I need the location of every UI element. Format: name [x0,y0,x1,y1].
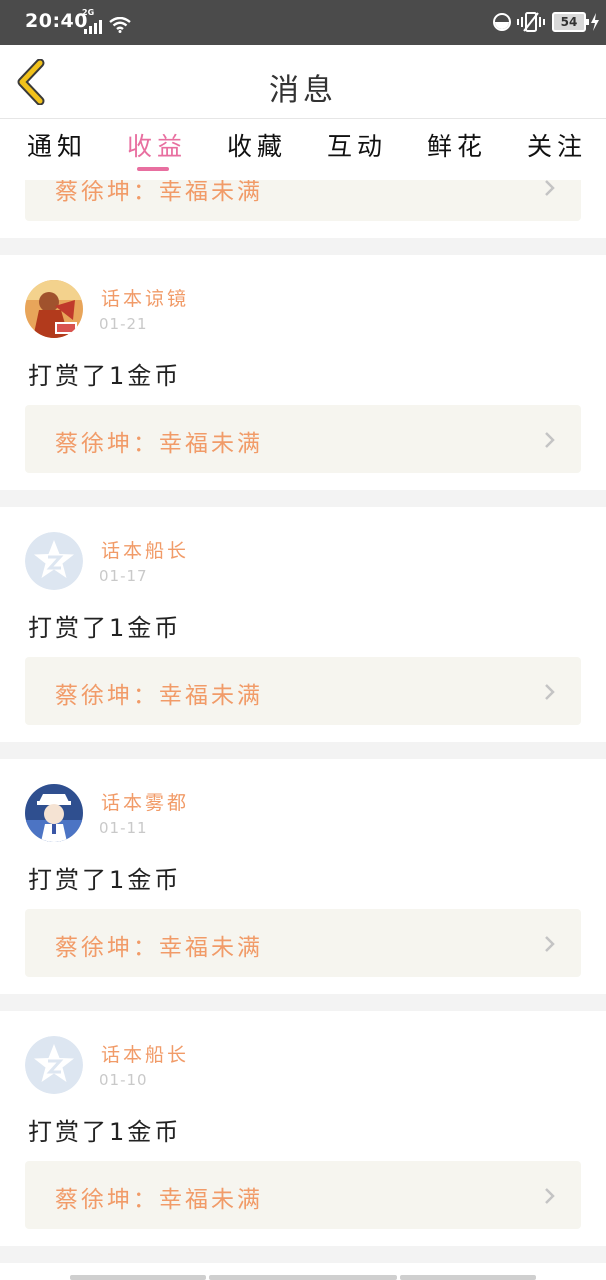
message-card: 话本谅镜 01-21 打赏了1金币 蔡徐坤：幸福未满 [0,255,606,490]
work-reference-text: 蔡徐坤：幸福未满 [55,683,263,709]
battery-level: 54 [560,15,578,29]
anime-avatar-icon [25,784,83,842]
avatar[interactable] [25,784,83,842]
chevron-right-icon [545,936,555,952]
message-card-partial [0,1263,606,1280]
tab-earnings[interactable]: 收益 [127,127,187,163]
chevron-right-icon [545,684,555,700]
page-title: 消息 [269,73,337,108]
avatar[interactable] [25,1036,83,1094]
username[interactable]: 话本船长 [101,536,189,563]
message-text: 打赏了1金币 [28,866,182,894]
signal-icon [84,18,104,34]
message-date: 01-11 [99,819,148,837]
message-card: 话本船长 01-17 打赏了1金币 蔡徐坤：幸福未满 [0,507,606,742]
tab-bar: 通知 收益 收藏 互动 鲜花 关注 [0,119,606,180]
message-text: 打赏了1金币 [28,614,182,642]
work-reference-button[interactable]: 蔡徐坤：幸福未满 [25,405,581,473]
tab-flowers[interactable]: 鲜花 [427,127,487,163]
work-reference-text: 蔡徐坤：幸福未满 [55,1187,263,1213]
work-reference-button[interactable]: 蔡徐坤：幸福未满 [25,909,581,977]
work-reference-button[interactable]: 蔡徐坤：幸福未满 [25,657,581,725]
work-reference-text: 蔡徐坤：幸福未满 [55,431,263,457]
work-reference-button[interactable]: 蔡徐坤：幸福未满 [25,1161,581,1229]
message-card-partial: 蔡徐坤：幸福未满 [0,180,606,238]
work-reference-text: 蔡徐坤：幸福未满 [55,180,263,205]
message-date: 01-17 [99,567,148,585]
wifi-icon [109,17,131,33]
message-date: 01-10 [99,1071,148,1089]
default-avatar-icon [25,532,83,590]
chevron-right-icon [545,180,555,196]
header-bar: 消息 [0,45,606,119]
message-card: 话本雾都 01-11 打赏了1金币 蔡徐坤：幸福未满 [0,759,606,994]
status-bar: 20:40 2G 54 [0,0,606,45]
work-reference-button[interactable]: 蔡徐坤：幸福未满 [25,180,581,221]
network-type-label: 2G [82,8,95,17]
message-text: 打赏了1金币 [28,362,182,390]
active-tab-indicator [137,167,169,171]
message-text: 打赏了1金币 [28,1118,182,1146]
tab-favorites[interactable]: 收藏 [227,127,287,163]
message-card: 话本船长 01-10 打赏了1金币 蔡徐坤：幸福未满 [0,1011,606,1246]
message-list[interactable]: 蔡徐坤：幸福未满 话本谅镜 01-21 打赏了1金币 蔡徐坤：幸福未满 话本船长… [0,180,606,1280]
message-date: 01-21 [99,315,148,333]
username[interactable]: 话本谅镜 [101,284,189,311]
charging-icon [591,13,599,31]
book-cover-avatar-icon [25,280,83,338]
chevron-right-icon [545,1188,555,1204]
battery-icon: 54 [552,12,589,32]
avatar[interactable] [25,532,83,590]
avatar[interactable] [25,280,83,338]
status-time: 20:40 [25,10,88,32]
username[interactable]: 话本雾都 [101,788,189,815]
username[interactable]: 话本船长 [101,1040,189,1067]
do-not-disturb-icon [493,13,511,31]
tab-interactions[interactable]: 互动 [327,127,387,163]
vibrate-icon [517,12,545,32]
tab-notifications[interactable]: 通知 [27,127,87,163]
work-reference-text: 蔡徐坤：幸福未满 [55,935,263,961]
tab-following[interactable]: 关注 [527,127,587,163]
chevron-right-icon [545,432,555,448]
default-avatar-icon [25,1036,83,1094]
